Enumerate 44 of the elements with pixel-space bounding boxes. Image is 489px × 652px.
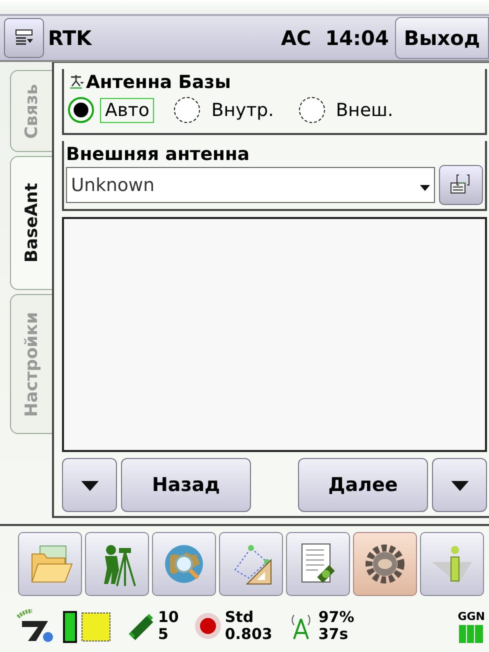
status-value: Std: [224, 609, 255, 626]
battery-icon: [62, 609, 112, 643]
radio-button[interactable]: [68, 97, 94, 123]
nav-button[interactable]: Далее: [298, 458, 428, 512]
dropdown-button[interactable]: [432, 458, 487, 512]
status-value: 5: [158, 626, 170, 643]
group-legend: Антенна Базы: [86, 72, 231, 92]
status-light-icon: [192, 611, 223, 641]
caret-icon: [420, 184, 430, 190]
menu-icon: [14, 28, 34, 48]
nav-button[interactable]: Назад: [121, 458, 251, 512]
toolbar-button[interactable]: [286, 532, 350, 596]
toolbar-button[interactable]: [420, 532, 484, 596]
status-value: 97%: [318, 609, 354, 626]
group-legend: Внешняя антенна: [66, 144, 250, 164]
status-value: 37s: [318, 626, 350, 643]
satellite-icon: [126, 611, 156, 641]
library-button[interactable]: [439, 165, 483, 205]
caret-icon: [80, 481, 98, 491]
status-value: 10: [158, 609, 179, 626]
radio-button[interactable]: [174, 97, 200, 123]
clock: 14:04: [325, 26, 389, 50]
window-title: RTK: [48, 26, 92, 50]
exit-button[interactable]: Выход: [394, 17, 489, 59]
radio-label[interactable]: Авто: [100, 98, 154, 122]
list-box[interactable]: [62, 217, 487, 452]
antenna-icon: [68, 74, 84, 90]
status-value: 0.803: [224, 626, 272, 643]
toolbar-button[interactable]: [18, 532, 82, 596]
mode-indicator: AC: [281, 26, 312, 50]
toolbar-button[interactable]: [219, 532, 283, 596]
menu-button[interactable]: [4, 18, 44, 58]
radio-label[interactable]: Внутр.: [206, 98, 279, 122]
dropdown-button[interactable]: [62, 458, 117, 512]
caret-icon: [450, 481, 468, 491]
toolbar-button[interactable]: [353, 532, 417, 596]
radio-button[interactable]: [298, 97, 325, 123]
radio-label[interactable]: Внеш.: [330, 98, 398, 122]
antenna-dropdown[interactable]: Unknown: [66, 167, 435, 203]
nmea-label: GGN: [458, 610, 485, 622]
signal-bars-icon: [459, 624, 484, 642]
toolbar-button[interactable]: [85, 532, 149, 596]
side-tab[interactable]: BaseAnt: [10, 156, 52, 290]
toolbar-button[interactable]: [152, 532, 216, 596]
